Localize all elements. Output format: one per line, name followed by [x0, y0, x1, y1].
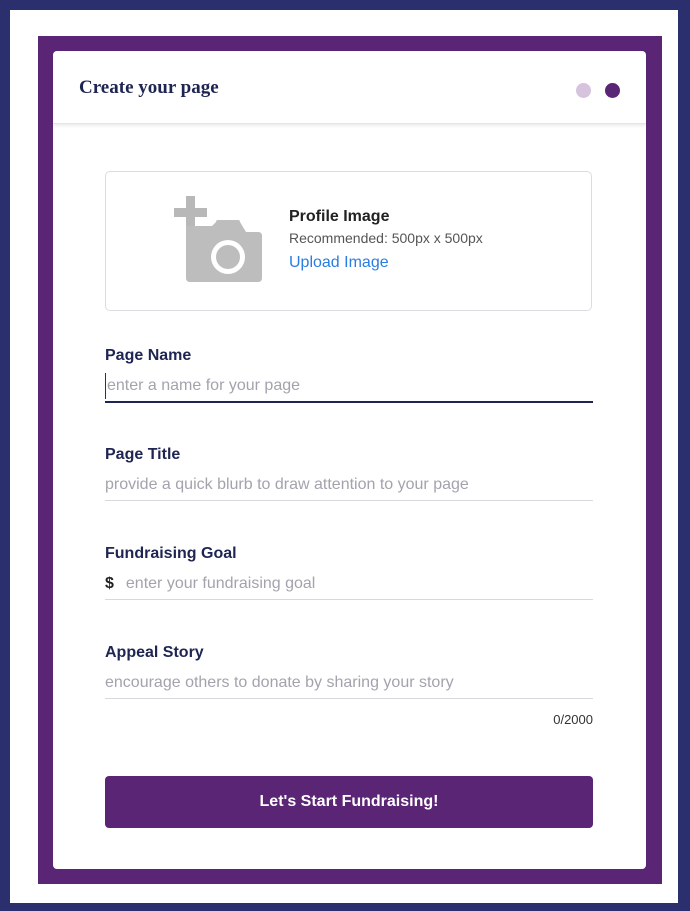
appeal-story-input[interactable] — [105, 670, 593, 696]
appeal-story-field: Appeal Story 0/2000 — [105, 644, 593, 727]
start-fundraising-button[interactable]: Let's Start Fundraising! — [105, 776, 593, 828]
appeal-story-row — [105, 668, 593, 699]
upload-text: Profile Image Recommended: 500px x 500px… — [289, 208, 483, 272]
fundraising-goal-row: $ — [105, 569, 593, 600]
profile-image-recommendation: Recommended: 500px x 500px — [289, 230, 483, 246]
page-title: Create your page — [79, 77, 219, 98]
fundraising-goal-field: Fundraising Goal $ — [105, 545, 593, 600]
appeal-story-label: Appeal Story — [105, 644, 204, 661]
create-page-card: Create your page Profile Image Recommend… — [53, 51, 646, 869]
upload-image-link[interactable]: Upload Image — [289, 254, 389, 272]
page-title-label: Page Title — [105, 446, 181, 463]
card-header: Create your page — [53, 51, 646, 124]
page-name-field: Page Name — [105, 347, 593, 403]
currency-symbol: $ — [105, 575, 114, 592]
page-name-row — [105, 371, 593, 403]
profile-image-upload[interactable]: Profile Image Recommended: 500px x 500px… — [105, 171, 592, 311]
profile-image-title: Profile Image — [289, 208, 390, 225]
step-indicator — [576, 83, 620, 98]
step-dot-2[interactable] — [605, 83, 620, 98]
page-name-input[interactable] — [105, 373, 593, 399]
page-title-row — [105, 470, 593, 501]
camera-plus-icon[interactable] — [172, 196, 262, 282]
character-count: 0/2000 — [553, 712, 593, 727]
step-dot-1[interactable] — [576, 83, 591, 98]
page-name-label: Page Name — [105, 347, 192, 364]
fundraising-goal-label: Fundraising Goal — [105, 545, 237, 562]
page-title-field: Page Title — [105, 446, 593, 501]
page-title-input[interactable] — [105, 472, 593, 498]
fundraising-goal-input[interactable] — [125, 571, 593, 597]
